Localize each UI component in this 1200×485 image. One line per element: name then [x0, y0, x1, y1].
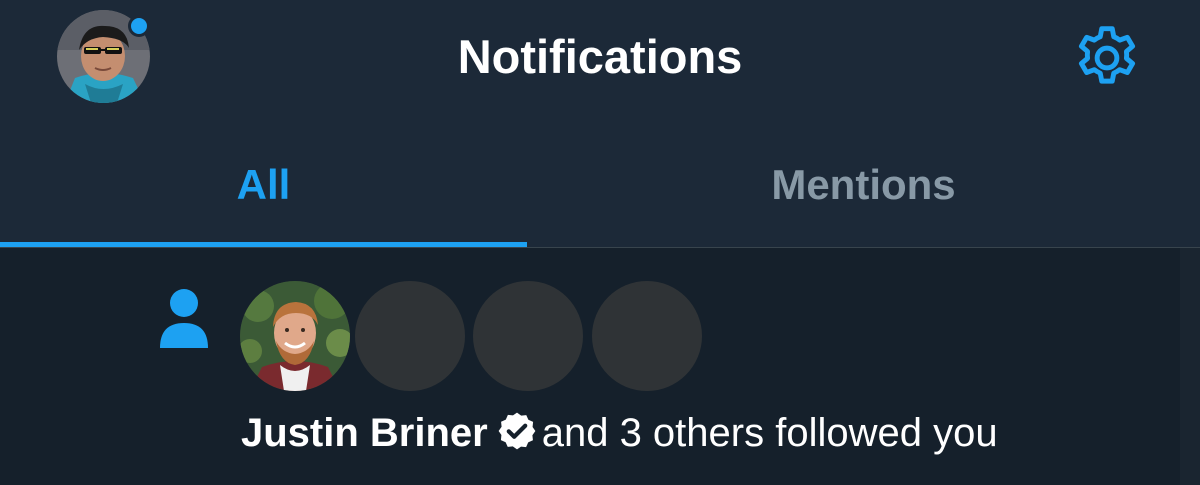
notification-item[interactable]: Justin Briner and 3 others followed you: [0, 248, 1180, 485]
notifications-screen: Notifications All Mentions Justin Briner…: [0, 0, 1200, 485]
unread-indicator: [128, 15, 150, 37]
settings-button[interactable]: [1070, 21, 1144, 95]
follower-avatar-placeholder[interactable]: [592, 281, 702, 391]
follower-avatar-placeholder[interactable]: [473, 281, 583, 391]
tab-mentions[interactable]: Mentions: [527, 130, 1200, 247]
person-icon: [158, 288, 210, 348]
scrollbar-track[interactable]: [1180, 248, 1200, 485]
page-title: Notifications: [457, 30, 743, 83]
top-header: Notifications All Mentions: [0, 0, 1200, 247]
gear-icon: [1078, 26, 1136, 84]
follower-avatar-placeholder[interactable]: [355, 281, 465, 391]
follower-avatar-justin[interactable]: [240, 281, 350, 391]
notification-message: and 3 others followed you: [541, 411, 998, 455]
tab-all[interactable]: All: [0, 130, 527, 247]
verified-badge-icon: [496, 410, 538, 452]
tab-mentions-label: Mentions: [771, 161, 956, 208]
tab-bar: All Mentions: [0, 130, 1200, 247]
follower-name[interactable]: Justin Briner: [241, 411, 488, 455]
profile-avatar-button[interactable]: [57, 10, 150, 103]
tab-all-label: All: [236, 161, 291, 208]
notification-text: Justin Briner and 3 others followed you: [241, 408, 998, 458]
